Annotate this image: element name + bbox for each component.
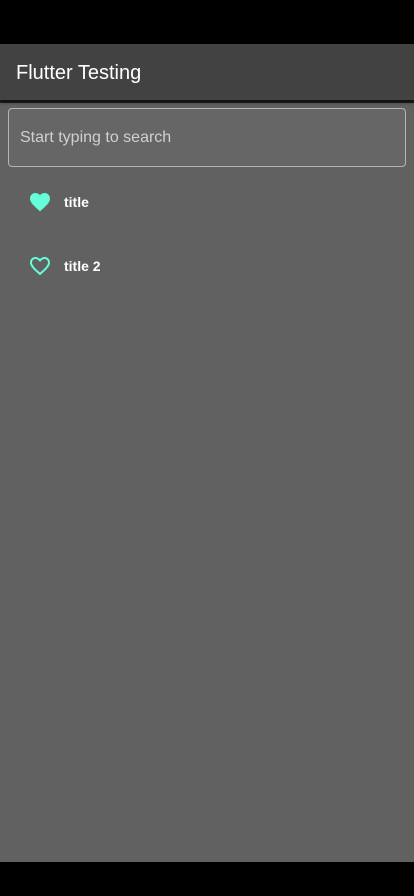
main-content: title title 2 bbox=[0, 100, 414, 862]
search-field[interactable] bbox=[8, 108, 406, 167]
heart-filled-icon[interactable] bbox=[28, 190, 52, 214]
search-input[interactable] bbox=[9, 109, 405, 166]
app-bar: Flutter Testing bbox=[0, 44, 414, 100]
status-bar bbox=[0, 0, 414, 44]
list-item[interactable]: title 2 bbox=[0, 234, 414, 298]
app-title: Flutter Testing bbox=[16, 62, 142, 84]
system-navigation-bar bbox=[0, 862, 414, 896]
heart-outline-icon[interactable] bbox=[28, 254, 52, 278]
list-item-title: title bbox=[64, 194, 89, 210]
list-item-title: title 2 bbox=[64, 258, 101, 274]
list-item[interactable]: title bbox=[0, 170, 414, 234]
